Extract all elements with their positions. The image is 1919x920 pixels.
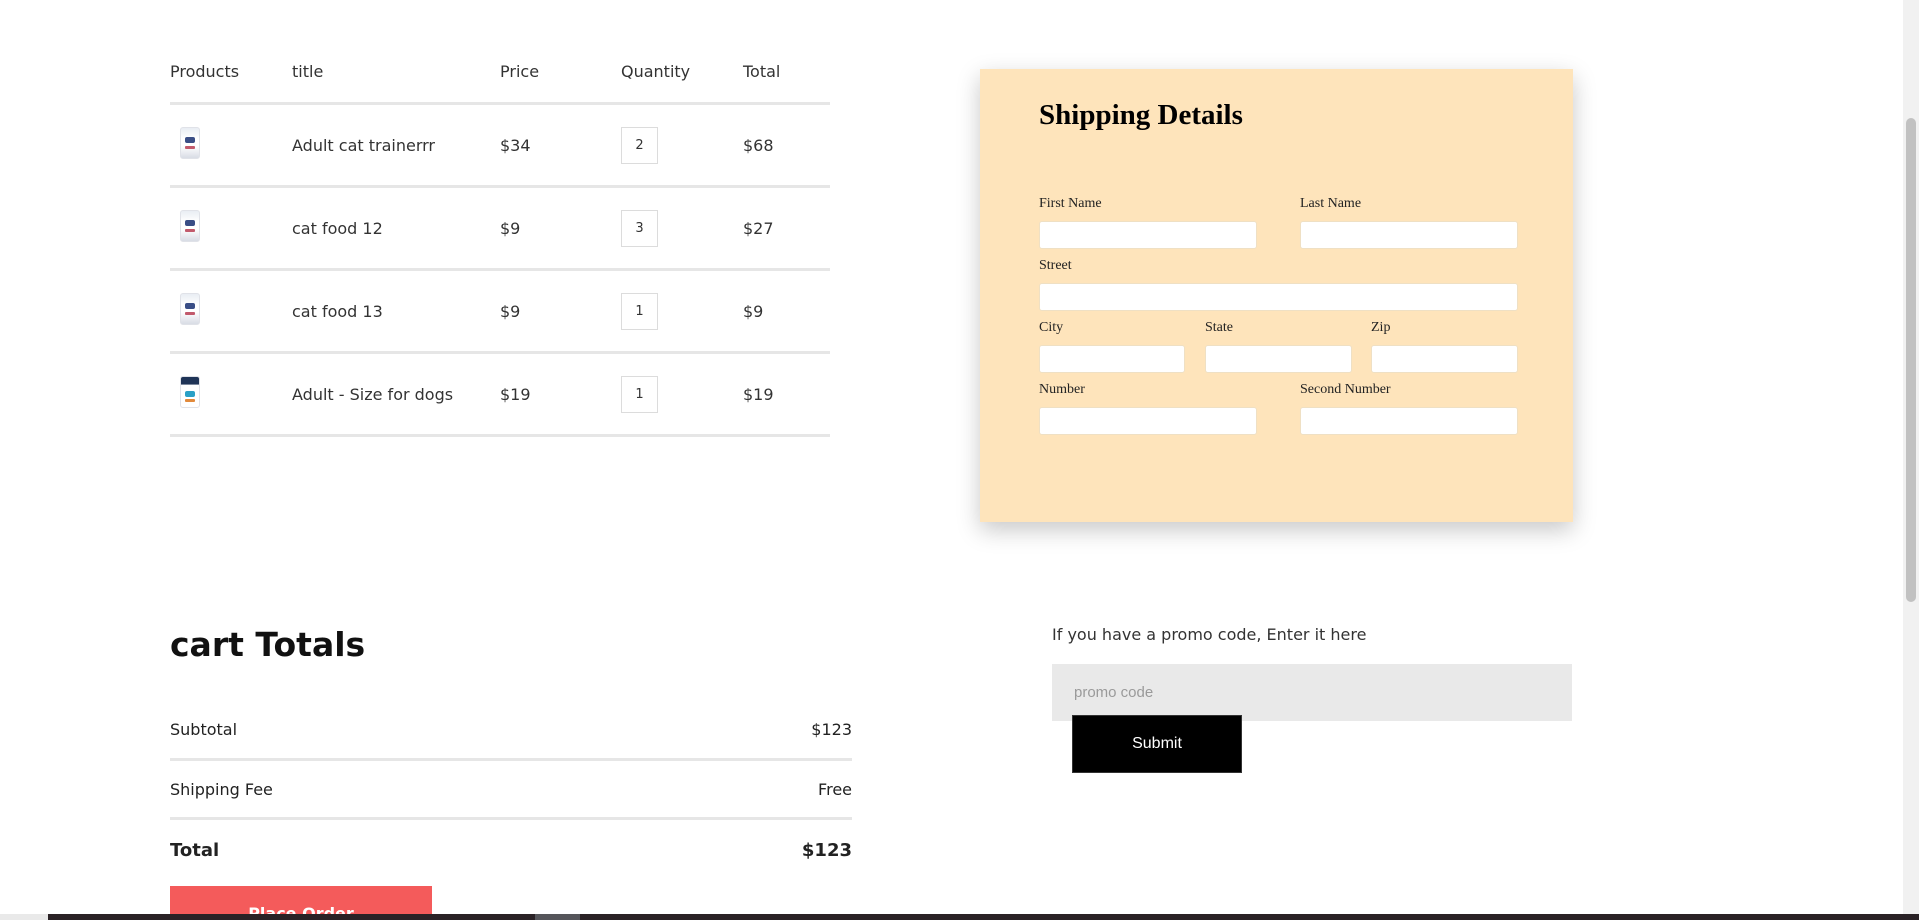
subtotal-label: Subtotal bbox=[170, 719, 238, 739]
product-price: $34 bbox=[500, 135, 531, 155]
shipping-fee-label: Shipping Fee bbox=[170, 779, 273, 799]
shipping-details-form: Shipping Details First Name Last Name St… bbox=[980, 69, 1573, 522]
street-field[interactable] bbox=[1039, 283, 1518, 311]
product-price: $9 bbox=[500, 301, 521, 321]
cart-page: Products title Price Quantity Total Adul… bbox=[0, 0, 1919, 920]
cart-totals-title: cart Totals bbox=[170, 625, 366, 664]
scrollbar-thumb[interactable] bbox=[1906, 118, 1916, 602]
total-row: Total $123 bbox=[170, 820, 852, 880]
first-name-label: First Name bbox=[1039, 196, 1102, 211]
shipping-fee-value: Free bbox=[818, 779, 852, 799]
zip-label: Zip bbox=[1371, 320, 1391, 335]
subtotal-row: Subtotal $123 bbox=[170, 700, 852, 761]
total-value: $123 bbox=[801, 839, 852, 861]
first-name-field[interactable] bbox=[1039, 221, 1257, 249]
header-title: title bbox=[292, 61, 324, 81]
product-total: $68 bbox=[743, 135, 774, 155]
second-number-label: Second Number bbox=[1300, 382, 1391, 397]
quantity-input[interactable]: 1 bbox=[621, 292, 658, 330]
header-price: Price bbox=[500, 61, 540, 81]
street-label: Street bbox=[1039, 258, 1072, 273]
product-title: cat food 12 bbox=[292, 218, 383, 238]
total-label: Total bbox=[170, 839, 220, 861]
city-field[interactable] bbox=[1039, 345, 1185, 373]
product-total: $19 bbox=[743, 384, 774, 404]
promo-code-label: If you have a promo code, Enter it here bbox=[1052, 625, 1367, 644]
state-label: State bbox=[1205, 320, 1233, 335]
cat-food-bag-icon[interactable] bbox=[180, 210, 200, 242]
cart-row: Adult - Size for dogs $19 1 $19 bbox=[170, 354, 830, 437]
product-price: $19 bbox=[500, 384, 531, 404]
cat-food-bag-icon[interactable] bbox=[180, 293, 200, 325]
cart-row: cat food 12 $9 3 $27 bbox=[170, 188, 830, 271]
quantity-input[interactable]: 2 bbox=[621, 126, 658, 164]
shipping-fee-row: Shipping Fee Free bbox=[170, 761, 852, 820]
number-label: Number bbox=[1039, 382, 1085, 397]
last-name-field[interactable] bbox=[1300, 221, 1518, 249]
last-name-label: Last Name bbox=[1300, 196, 1362, 211]
quantity-input[interactable]: 1 bbox=[621, 375, 658, 413]
bottom-strip-segment bbox=[535, 914, 580, 920]
quantity-input[interactable]: 3 bbox=[621, 209, 658, 247]
product-price: $9 bbox=[500, 218, 521, 238]
dog-food-bag-icon[interactable] bbox=[180, 376, 200, 408]
state-field[interactable] bbox=[1205, 345, 1352, 373]
bottom-strip-segment bbox=[0, 914, 48, 920]
header-total: Total bbox=[743, 61, 781, 81]
cart-totals: Subtotal $123 Shipping Fee Free Total $1… bbox=[170, 710, 852, 880]
submit-button[interactable]: Submit bbox=[1072, 715, 1242, 773]
shipping-title: Shipping Details bbox=[1039, 99, 1243, 131]
product-total: $27 bbox=[743, 218, 774, 238]
cat-food-bag-icon[interactable] bbox=[180, 127, 200, 159]
bottom-strip bbox=[0, 914, 1919, 920]
product-title: Adult cat trainerrr bbox=[292, 135, 435, 155]
vertical-scrollbar[interactable] bbox=[1903, 0, 1919, 920]
city-label: City bbox=[1039, 320, 1064, 335]
promo-code-input[interactable] bbox=[1052, 664, 1572, 721]
header-products: Products bbox=[170, 61, 240, 81]
product-title: Adult - Size for dogs bbox=[292, 384, 454, 404]
cart-table: Products title Price Quantity Total Adul… bbox=[170, 40, 830, 437]
cart-row: Adult cat trainerrr $34 2 $68 bbox=[170, 105, 830, 188]
subtotal-value: $123 bbox=[811, 719, 852, 739]
number-field[interactable] bbox=[1039, 407, 1257, 435]
cart-table-header: Products title Price Quantity Total bbox=[170, 40, 830, 105]
zip-field[interactable] bbox=[1371, 345, 1518, 373]
product-total: $9 bbox=[743, 301, 764, 321]
cart-row: cat food 13 $9 1 $9 bbox=[170, 271, 830, 354]
second-number-field[interactable] bbox=[1300, 407, 1518, 435]
header-quantity: Quantity bbox=[621, 61, 691, 81]
product-title: cat food 13 bbox=[292, 301, 383, 321]
